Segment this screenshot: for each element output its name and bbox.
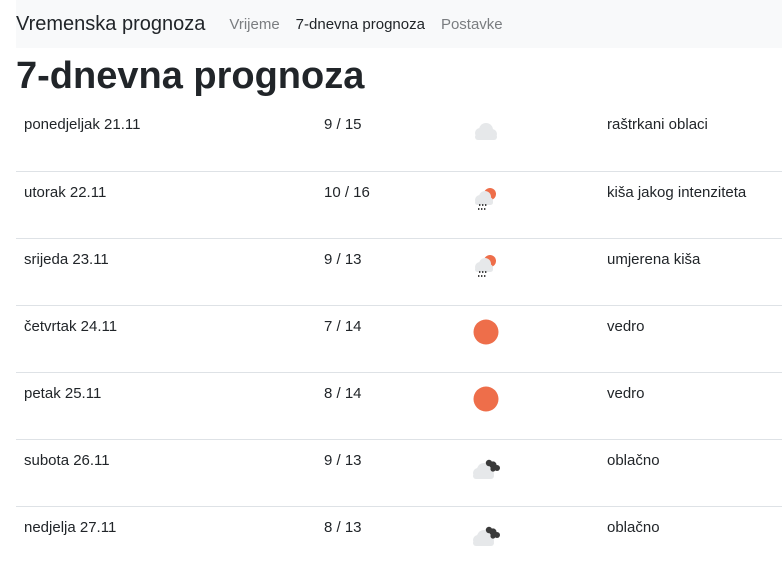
forecast-desc: vedro	[599, 304, 782, 372]
forecast-table: ponedjeljak 21.11 9 / 15 raštrkani oblac…	[16, 104, 782, 573]
forecast-temp: 9 / 13	[316, 438, 466, 506]
forecast-day: petak 25.11	[16, 371, 316, 439]
forecast-temp: 8 / 14	[316, 371, 466, 439]
forecast-row: nedjelja 27.11 8 / 13 oblačno	[16, 505, 782, 573]
forecast-desc: raštrkani oblaci	[607, 116, 708, 133]
forecast-desc: oblačno	[599, 505, 782, 573]
forecast-temp: 7 / 14	[316, 304, 466, 372]
forecast-temp: 10 / 16	[316, 170, 466, 238]
page-title: 7-dnevna prognoza	[16, 55, 365, 97]
forecast-row: subota 26.11 9 / 13 oblačno	[16, 438, 782, 506]
forecast-temp: 9 / 15	[324, 116, 362, 133]
navbar: Vremenska prognoza Vrijeme 7-dnevna prog…	[16, 0, 782, 48]
broken-clouds-icon	[466, 505, 599, 573]
forecast-day: srijeda 23.11	[16, 237, 316, 305]
forecast-day: subota 26.11	[16, 438, 316, 506]
forecast-row: ponedjeljak 21.11 9 / 15 raštrkani oblac…	[16, 104, 782, 171]
clear-sky-icon	[466, 371, 599, 439]
nav-link-7-dnevna-prognoza[interactable]: 7-dnevna prognoza	[296, 16, 425, 33]
forecast-row: utorak 22.11 10 / 16 kiša jakog intenzit…	[16, 170, 782, 238]
rain-icon	[466, 237, 599, 305]
nav-link-vrijeme[interactable]: Vrijeme	[229, 16, 279, 33]
scattered-clouds-icon	[466, 104, 599, 171]
forecast-day: ponedjeljak 21.11	[24, 116, 141, 133]
forecast-row: srijeda 23.11 9 / 13 umjerena kiša	[16, 237, 782, 305]
clear-sky-icon	[466, 304, 599, 372]
forecast-desc: vedro	[599, 371, 782, 439]
forecast-row: petak 25.11 8 / 14 vedro	[16, 371, 782, 439]
forecast-desc: kiša jakog intenziteta	[599, 170, 782, 238]
navbar-brand[interactable]: Vremenska prognoza	[16, 13, 205, 36]
forecast-day: četvrtak 24.11	[16, 304, 316, 372]
nav-link-postavke[interactable]: Postavke	[441, 16, 503, 33]
forecast-desc: oblačno	[599, 438, 782, 506]
forecast-temp: 9 / 13	[316, 237, 466, 305]
rain-icon	[466, 170, 599, 238]
broken-clouds-icon	[466, 438, 599, 506]
forecast-temp: 8 / 13	[316, 505, 466, 573]
forecast-day: utorak 22.11	[16, 170, 316, 238]
forecast-day: nedjelja 27.11	[16, 505, 316, 573]
forecast-desc: umjerena kiša	[599, 237, 782, 305]
forecast-row: četvrtak 24.11 7 / 14 vedro	[16, 304, 782, 372]
